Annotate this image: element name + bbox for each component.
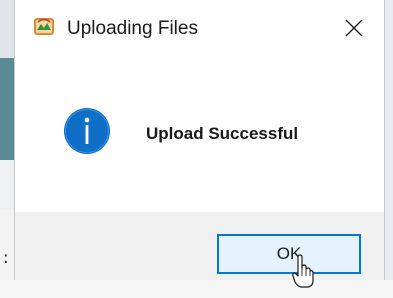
- info-icon: [64, 108, 110, 154]
- dialog-message: Upload Successful: [146, 124, 299, 143]
- dialog-title: Uploading Files: [67, 18, 198, 39]
- focus-rectangle: [221, 238, 357, 270]
- background-text-fragment: :: [3, 248, 9, 268]
- app-icon: [34, 18, 54, 35]
- close-button[interactable]: [334, 10, 374, 46]
- message-dialog: Uploading Files Upload Successful OK: [14, 0, 385, 280]
- close-icon: [345, 19, 363, 37]
- background-window-edge-right: [385, 0, 393, 298]
- dialog-button-area: OK: [15, 212, 384, 280]
- background-content-strip: [0, 280, 393, 298]
- dialog-titlebar: Uploading Files: [15, 0, 384, 58]
- dialog-content: Upload Successful: [15, 58, 384, 212]
- ok-button[interactable]: OK: [217, 234, 361, 274]
